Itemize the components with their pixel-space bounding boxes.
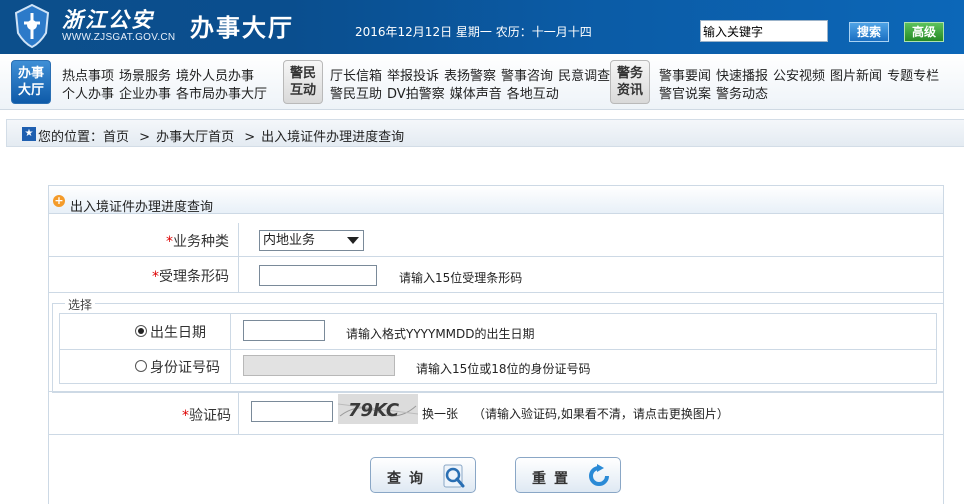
nav-link[interactable]: 表扬警察 [444, 69, 496, 84]
id-number-hint: 请输入15位或18位的身份证号码 [416, 362, 591, 376]
main-nav: 办事大厅 热点事项 场景服务 境外人员办事 个人办事 企业办事 各市局办事大厅 警民互动… [0, 54, 964, 110]
panel-header: + 出入境证件办理进度查询 [49, 186, 943, 215]
business-type-label-text: 业务种类 [173, 234, 229, 250]
row-captcha: *验证码 换一张 （请输入验证码,如果看不清，请点击更换图片） [49, 391, 943, 435]
id-number-input[interactable] [243, 355, 395, 376]
hall-title: 办事大厅 [190, 13, 294, 42]
captcha-text: 79KC [348, 400, 400, 421]
row-business-type: *业务种类 [49, 223, 943, 257]
nav-hall-row2: 个人办事 企业办事 各市局办事大厅 [62, 83, 272, 102]
magnifier-icon [443, 464, 465, 488]
reset-button[interactable]: 重置 [515, 457, 621, 493]
choice-fieldset: 选择 [52, 296, 944, 393]
id-number-radio[interactable] [135, 360, 147, 372]
panel-title: 出入境证件办理进度查询 [70, 200, 214, 215]
nav-interact-row1: 厅长信箱 举报投诉 表扬警察 警事咨询 民意调查 [330, 65, 615, 84]
breadcrumb-link-home[interactable]: 首页 [103, 130, 129, 145]
nav-link[interactable]: 警事要闻 [659, 69, 711, 84]
breadcrumb-text: 您的位置：首页 > 办事大厅首页 > 出入境证件办理进度查询 [38, 126, 404, 145]
nav-news-row2: 警官说案 警务动态 [659, 83, 773, 102]
nav-link[interactable]: 公安视频 [773, 69, 825, 84]
nav-link[interactable]: 场景服务 [119, 69, 171, 84]
birthdate-label: 出生日期 [150, 325, 206, 341]
reset-button-label: 重置 [532, 471, 576, 487]
nav-link[interactable]: 热点事项 [62, 69, 114, 84]
nav-box-interact-label: 警民互动 [289, 66, 316, 98]
captcha-refresh-link[interactable]: 换一张 [422, 405, 458, 422]
required-mark: * [166, 234, 173, 250]
breadcrumb-separator: > [244, 130, 256, 145]
nav-news-row1: 警事要闻 快速播报 公安视频 图片新闻 专题专栏 [659, 65, 944, 84]
captcha-hint: （请输入验证码,如果看不清，请点击更换图片） [473, 407, 729, 421]
nav-box-news-label: 警务资讯 [616, 66, 643, 98]
nav-box-hall[interactable]: 办事大厅 [11, 60, 51, 104]
nav-link[interactable]: 境外人员办事 [176, 69, 254, 84]
search-input[interactable] [700, 20, 828, 42]
police-emblem-icon [14, 3, 50, 49]
barcode-hint: 请输入15位受理条形码 [399, 271, 523, 285]
plus-circle-icon: + [53, 194, 65, 207]
refresh-icon [589, 464, 609, 486]
nav-link[interactable]: 媒体声音 [450, 87, 502, 102]
nav-link[interactable]: 举报投诉 [387, 69, 439, 84]
nav-link[interactable]: 快速播报 [716, 69, 768, 84]
breadcrumb-current: 出入境证件办理进度查询 [261, 130, 405, 145]
nav-link[interactable]: DV拍警察 [387, 87, 445, 102]
logo-text: 浙江公安 [62, 7, 154, 32]
barcode-label: *受理条形码 [139, 266, 229, 286]
search-button[interactable]: 搜索 [849, 22, 889, 42]
captcha-label-text: 验证码 [189, 408, 231, 424]
nav-link[interactable]: 警官说案 [659, 87, 711, 102]
breadcrumb-separator: > [139, 130, 151, 145]
captcha-image[interactable]: 79KC [337, 394, 419, 424]
nav-box-news[interactable]: 警务资讯 [610, 60, 650, 104]
nav-interact-row2: 警民互助 DV拍警察 媒体声音 各地互动 [330, 83, 564, 102]
id-number-label: 身份证号码 [150, 360, 220, 376]
row-barcode: *受理条形码 请输入15位受理条形码 [49, 257, 943, 293]
breadcrumb: ★ 您的位置：首页 > 办事大厅首页 > 出入境证件办理进度查询 [6, 119, 964, 147]
nav-link[interactable]: 企业办事 [119, 87, 171, 102]
date-text: 2016年12月12日 星期一 农历：十一月十四 [355, 25, 592, 39]
nav-link[interactable]: 各市局办事大厅 [176, 87, 267, 102]
captcha-input[interactable] [251, 401, 333, 422]
required-mark: * [152, 269, 159, 285]
business-type-select[interactable]: 内地业务 [259, 230, 364, 251]
site-header: 浙江公安 WWW.ZJSGAT.GOV.CN 办事大厅 2016年12月12日 … [0, 0, 964, 54]
nav-link[interactable]: 警务动态 [716, 87, 768, 102]
nav-link[interactable]: 图片新闻 [830, 69, 882, 84]
nav-link[interactable]: 警民互助 [330, 87, 382, 102]
nav-link[interactable]: 专题专栏 [887, 69, 939, 84]
nav-link[interactable]: 各地互动 [507, 87, 559, 102]
nav-link[interactable]: 厅长信箱 [330, 69, 382, 84]
required-mark: * [182, 408, 189, 424]
breadcrumb-prefix: 您的位置： [38, 130, 104, 145]
query-button[interactable]: 查询 [370, 457, 476, 493]
breadcrumb-link-hall[interactable]: 办事大厅首页 [156, 130, 234, 145]
captcha-label: *验证码 [159, 405, 231, 425]
nav-box-hall-label: 办事大厅 [17, 66, 44, 98]
nav-box-interact[interactable]: 警民互动 [283, 60, 323, 104]
nav-link[interactable]: 民意调查 [558, 69, 610, 84]
site-url: WWW.ZJSGAT.GOV.CN [62, 32, 176, 43]
advanced-search-button[interactable]: 高级 [904, 22, 944, 42]
birthdate-radio[interactable] [135, 325, 147, 337]
star-icon: ★ [22, 127, 36, 141]
nav-hall-row1: 热点事项 场景服务 境外人员办事 [62, 65, 259, 84]
nav-link[interactable]: 警事咨询 [501, 69, 553, 84]
nav-link[interactable]: 个人办事 [62, 87, 114, 102]
birthdate-input[interactable] [243, 320, 325, 341]
barcode-input[interactable] [259, 265, 377, 286]
barcode-label-text: 受理条形码 [159, 269, 229, 285]
business-type-label: *业务种类 [149, 231, 229, 251]
captcha-picture: 79KC [337, 394, 419, 424]
query-button-label: 查询 [387, 471, 431, 487]
business-type-value: 内地业务 [263, 233, 316, 248]
choice-legend: 选择 [65, 296, 96, 313]
chevron-down-icon [347, 237, 359, 244]
birthdate-hint: 请输入格式YYYYMMDD的出生日期 [346, 327, 535, 341]
